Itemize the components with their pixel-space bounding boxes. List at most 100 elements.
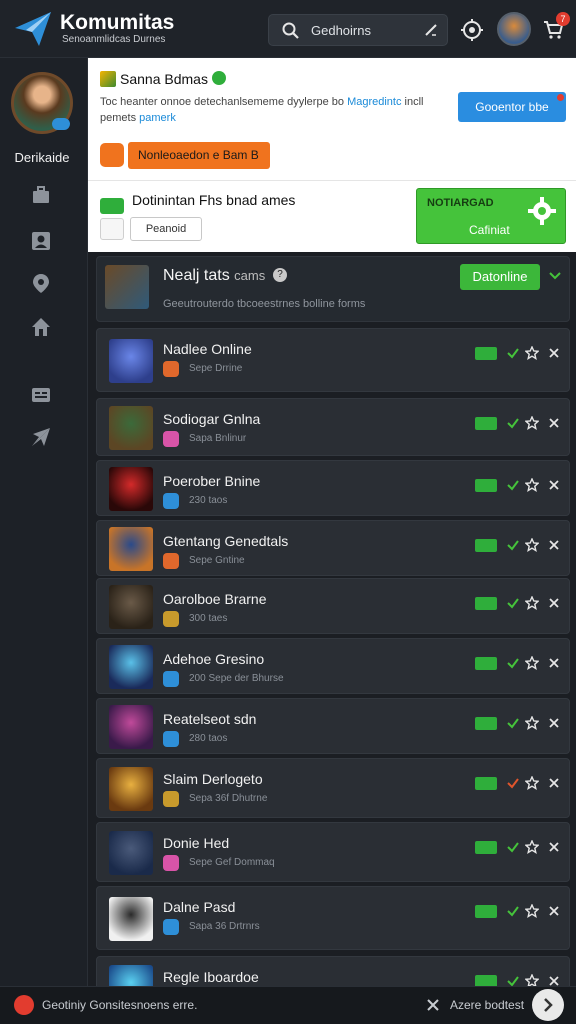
check-icon [507,348,519,359]
paper-plane-logo-icon[interactable] [12,8,54,50]
online-status-tag [475,777,497,790]
more-options-icon[interactable] [549,976,559,986]
favorite-star-icon[interactable] [525,538,539,552]
chevron-down-icon[interactable] [549,271,561,281]
featured-title: Nealj tats cams [163,267,266,284]
game-row[interactable]: Gtentang Genedtals Sepe Gntine [96,520,570,576]
briefcase-icon[interactable] [30,184,52,206]
search-bar[interactable]: Gedhoirns [268,14,448,46]
game-row[interactable]: Nadlee Online Sepe Drrine [96,328,570,392]
promo-link[interactable]: Magredintc [347,96,401,108]
favorite-star-icon[interactable] [525,656,539,670]
featured-game-row[interactable]: Nealj tats cams ? Geeutrouterdo tbcoeest… [96,256,570,322]
game-row[interactable]: Slaim Derlogeto Sepa 36f Dhutrne [96,758,570,818]
favorite-star-icon[interactable] [525,478,539,492]
favorite-star-icon[interactable] [525,904,539,918]
next-arrow-button[interactable] [532,989,564,1021]
green-download-button[interactable]: NOTIARGAD Cafiniat [416,188,566,244]
more-options-icon[interactable] [549,348,559,358]
notification-dot [557,94,564,101]
promo-card: Sanna Bdmas Toc heanter onnoe detechanls… [88,58,576,252]
notification-action[interactable]: Azere bodtest [450,998,524,1012]
more-options-icon[interactable] [549,480,559,490]
left-sidebar: Derikaide [0,58,88,988]
check-icon [507,658,519,669]
more-options-icon[interactable] [549,842,559,852]
game-logo-icon [100,71,116,87]
check-icon [507,480,519,491]
check-icon [507,906,519,917]
clear-search-icon[interactable] [423,22,439,38]
check-icon [507,540,519,551]
game-row[interactable]: Dalne Pasd Sapa 36 Drtrnrs [96,886,570,950]
notification-text: Geotiniy Gonsitesnoens erre. [42,998,198,1012]
plane-icon[interactable] [30,426,52,448]
online-status-tag [475,717,497,730]
user-avatar[interactable] [497,12,531,46]
promo-description-2: pemets pamerk [100,112,176,124]
online-status-tag [475,597,497,610]
user-icon[interactable] [30,230,52,252]
app-subtitle: Senoanmlidcas Durnes [62,34,166,45]
section-title: Dotinintan Fhs bnad ames [132,192,296,208]
favorite-star-icon[interactable] [525,596,539,610]
attachment-icon[interactable] [100,218,124,240]
check-icon [507,718,519,729]
game-name: Dalne Pasd [163,899,236,915]
featured-download-button[interactable]: Datonline [460,264,540,290]
profile-name: Derikaide [14,150,70,165]
favorite-star-icon[interactable] [525,716,539,730]
close-icon[interactable] [426,998,440,1012]
app-title: Komumitas [60,11,175,34]
game-row[interactable]: Sodiogar Gnlna Sapa Bnlinur [96,398,570,456]
game-thumbnail [109,467,153,511]
more-options-icon[interactable] [549,906,559,916]
more-options-icon[interactable] [549,598,559,608]
favorite-star-icon[interactable] [525,346,539,360]
game-thumbnail [109,339,153,383]
game-row[interactable]: Donie Hed Sepe Gef Dommaq [96,822,570,882]
promo-description: Toc heanter onnoe detechanlsememe dyyler… [100,96,424,108]
game-name: Donie Hed [163,835,230,851]
home-icon[interactable] [30,316,52,338]
game-thumbnail [109,897,153,941]
more-options-icon[interactable] [549,778,559,788]
favorite-star-icon[interactable] [525,840,539,854]
top-header: Komumitas Senoanmlidcas Durnes Gedhoirns… [0,0,576,58]
game-thumbnail [109,527,153,571]
promo-link-2[interactable]: pamerk [139,112,176,124]
online-status-tag [475,841,497,854]
game-row[interactable]: Oarolboe Brarne 300 taes [96,578,570,634]
featured-description: Geeutrouterdo tbcoeestrnes bolline forms [163,298,366,310]
more-options-icon[interactable] [549,418,559,428]
favorite-star-icon[interactable] [525,416,539,430]
id-card-icon[interactable] [30,384,52,406]
alert-icon [14,995,34,1015]
game-subtitle: Sapa 36 Drtrnrs [189,921,260,932]
outline-button[interactable]: Peanoid [130,217,202,241]
game-thumbnail [109,645,153,689]
favorite-star-icon[interactable] [525,776,539,790]
more-options-icon[interactable] [549,658,559,668]
promo-title: Sanna Bdmas [120,71,208,87]
featured-thumbnail [105,265,149,309]
game-row[interactable]: Adehoe Gresino 200 Sepe der Bhurse [96,638,570,694]
orange-action-button[interactable]: Nonleoaedon e Bam B [128,142,270,169]
location-pin-icon[interactable] [30,272,52,294]
info-icon[interactable]: ? [273,268,287,282]
game-badge-icon [163,855,179,871]
game-row[interactable]: Poerober Bnine 230 taos [96,460,570,516]
game-name: Sodiogar Gnlna [163,411,261,427]
more-options-icon[interactable] [549,540,559,550]
more-options-icon[interactable] [549,718,559,728]
online-status-tag [475,417,497,430]
search-input[interactable]: Gedhoirns [311,23,371,38]
settings-gear-icon[interactable] [460,18,484,42]
game-row[interactable]: Reatelseot sdn 280 taos [96,698,570,754]
primary-blue-button[interactable]: Gooentor bbe [458,92,566,122]
game-thumbnail [109,705,153,749]
game-name: Nadlee Online [163,341,252,357]
game-name: Reatelseot sdn [163,711,257,727]
online-status-tag [475,657,497,670]
green-check-icon [100,198,124,214]
